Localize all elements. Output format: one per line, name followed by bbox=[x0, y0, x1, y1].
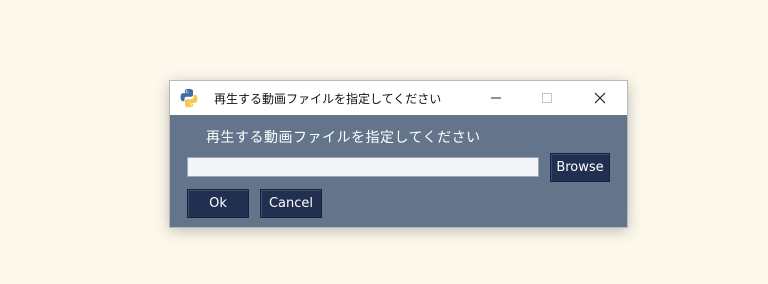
dialog-body: 再生する動画ファイルを指定してください Browse Ok Cancel bbox=[170, 115, 627, 227]
file-dialog-window: 再生する動画ファイルを指定してください 再生する動画ファイルを指定してください … bbox=[170, 81, 627, 227]
maximize-icon bbox=[542, 93, 552, 103]
cancel-button[interactable]: Cancel bbox=[260, 189, 322, 218]
ok-button[interactable]: Ok bbox=[187, 189, 249, 218]
prompt-text: 再生する動画ファイルを指定してください bbox=[206, 130, 481, 146]
minimize-icon bbox=[491, 97, 501, 99]
file-path-input[interactable] bbox=[187, 157, 539, 177]
maximize-button[interactable] bbox=[524, 81, 570, 115]
python-icon bbox=[180, 88, 198, 108]
minimize-button[interactable] bbox=[473, 81, 519, 115]
title-bar: 再生する動画ファイルを指定してください bbox=[170, 81, 627, 115]
close-button[interactable] bbox=[577, 81, 623, 115]
window-title: 再生する動画ファイルを指定してください bbox=[214, 91, 442, 106]
browse-button[interactable]: Browse bbox=[550, 153, 610, 182]
close-icon bbox=[594, 92, 606, 104]
